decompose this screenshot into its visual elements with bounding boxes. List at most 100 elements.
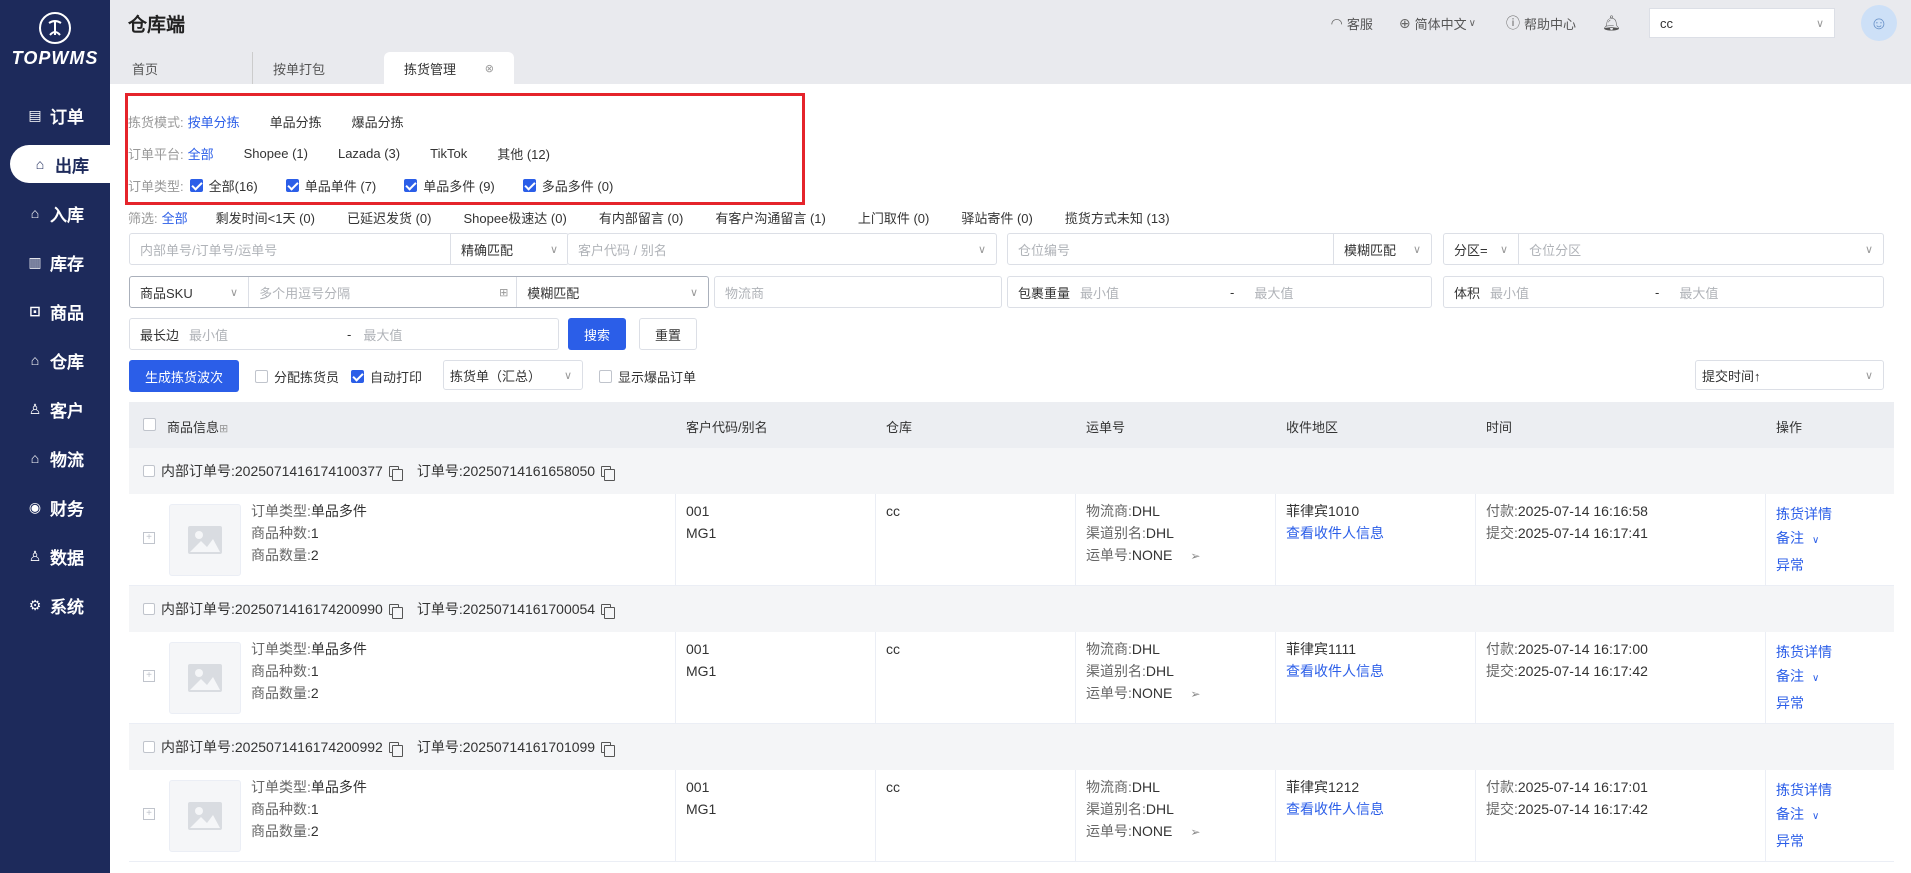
filter-option[interactable]: 剩发时间<1天 (0) <box>216 208 315 227</box>
type-single-single-checkbox[interactable]: 单品单件 (7) <box>285 176 376 195</box>
carrier-input[interactable]: 物流商 <box>714 276 1002 308</box>
filter-option[interactable]: 全部 <box>188 144 214 163</box>
close-icon[interactable]: ⊗ <box>485 62 494 75</box>
copy-icon[interactable] <box>388 465 403 481</box>
longest-min-input[interactable]: 最小值 <box>179 325 347 344</box>
auto-print-checkbox[interactable]: 自动打印 <box>351 367 422 386</box>
sku-input[interactable]: 多个用逗号分隔 <box>249 283 499 302</box>
picking-detail-link[interactable]: 拣货详情 <box>1776 640 1832 664</box>
copy-icon[interactable] <box>388 741 403 757</box>
select-all-checkbox[interactable] <box>143 418 156 431</box>
waybill-value: NONE <box>1131 823 1173 839</box>
checkbox-label: 多品多件 (0) <box>541 178 614 194</box>
send-icon[interactable]: ➢ <box>1190 687 1200 701</box>
remark-dropdown[interactable]: 备注 ∨ <box>1776 664 1832 691</box>
filter-option[interactable]: 其他 (12) <box>497 144 550 163</box>
filter-option[interactable]: 按单分拣 <box>188 112 240 131</box>
type-multi-multi-checkbox[interactable]: 多品多件 (0) <box>522 176 614 195</box>
bell-icon[interactable]: 🔔︎ <box>1602 14 1621 32</box>
sidebar-item-inbound[interactable]: ⌂ 入库 <box>0 194 110 232</box>
expand-icon[interactable]: + <box>143 670 155 682</box>
filter-option[interactable]: Shopee极速达 (0) <box>463 208 566 227</box>
exception-link[interactable]: 异常 <box>1776 829 1832 853</box>
filter-option[interactable]: 有内部留言 (0) <box>599 208 684 227</box>
sidebar-item-inventory[interactable]: ▥ 库存 <box>0 243 110 281</box>
tab-home[interactable]: 首页 <box>112 52 252 84</box>
filter-option[interactable]: 有客户沟通留言 (1) <box>715 208 826 227</box>
remark-dropdown[interactable]: 备注 ∨ <box>1776 802 1832 829</box>
filter-option[interactable]: 爆品分拣 <box>352 112 404 131</box>
sidebar-item-product[interactable]: ⊡ 商品 <box>0 292 110 330</box>
volume-max-input[interactable]: 最大值 <box>1669 283 1718 302</box>
match-mode-select[interactable]: 模糊匹配 <box>1334 240 1396 259</box>
row-checkbox[interactable] <box>143 741 155 753</box>
longest-max-input[interactable]: 最大值 <box>353 325 402 344</box>
match-mode-select[interactable]: 精确匹配 <box>451 240 513 259</box>
expand-icon[interactable]: + <box>143 532 155 544</box>
filter-option[interactable]: 驿站寄件 (0) <box>961 208 1033 227</box>
sidebar-item-customer[interactable]: ♙ 客户 <box>0 390 110 428</box>
sidebar-item-data[interactable]: ♙ 数据 <box>0 537 110 575</box>
filter-option[interactable]: 单品分拣 <box>270 112 322 131</box>
expand-icon[interactable]: + <box>143 808 155 820</box>
copy-icon[interactable] <box>388 603 403 619</box>
type-single-multi-checkbox[interactable]: 单品多件 (9) <box>404 176 495 195</box>
sort-select[interactable]: 提交时间↑ ∨ <box>1695 360 1884 390</box>
zone-select[interactable]: 仓位分区 <box>1519 240 1581 259</box>
weight-max-input[interactable]: 最大值 <box>1244 283 1293 302</box>
expand-icon[interactable]: ⊞ <box>499 286 508 299</box>
copy-icon[interactable] <box>601 465 616 481</box>
print-type-select[interactable]: 拣货单（汇总） ∨ <box>443 360 583 390</box>
exception-link[interactable]: 异常 <box>1776 691 1832 715</box>
reset-button[interactable]: 重置 <box>639 318 697 350</box>
copy-icon[interactable] <box>601 603 616 619</box>
order-number-input[interactable]: 内部单号/订单号/运单号 <box>130 240 450 259</box>
filter-option[interactable]: 揽货方式未知 (13) <box>1065 208 1170 227</box>
customer-service-link[interactable]: ◠ 客服 <box>1331 14 1373 33</box>
sidebar-item-warehouse[interactable]: ⌂ 仓库 <box>0 341 110 379</box>
order-no-label: 订单号: <box>416 739 463 755</box>
filter-option[interactable]: TikTok <box>430 146 467 161</box>
picking-detail-link[interactable]: 拣货详情 <box>1776 778 1832 802</box>
filter-option[interactable]: 已延迟发货 (0) <box>347 208 432 227</box>
zone-operator-select[interactable]: 分区= <box>1444 240 1500 259</box>
view-recipient-link[interactable]: 查看收件人信息 <box>1286 522 1384 544</box>
warehouse-select[interactable]: cc ∨ <box>1649 8 1835 38</box>
filter-option[interactable]: Shopee (1) <box>244 146 308 161</box>
customer-select[interactable]: 客户代码 / 别名 ∨ <box>567 233 997 265</box>
sku-field-select[interactable]: 商品SKU <box>130 283 220 302</box>
match-mode-select[interactable]: 模糊匹配 <box>517 283 579 302</box>
filter-option[interactable]: Lazada (3) <box>338 146 400 161</box>
row-checkbox[interactable] <box>143 603 155 615</box>
sidebar-item-finance[interactable]: ◉ 财务 <box>0 488 110 526</box>
send-icon[interactable]: ➢ <box>1190 825 1200 839</box>
row-checkbox[interactable] <box>143 465 155 477</box>
picking-detail-link[interactable]: 拣货详情 <box>1776 502 1832 526</box>
exception-link[interactable]: 异常 <box>1776 553 1832 577</box>
view-recipient-link[interactable]: 查看收件人信息 <box>1286 660 1384 682</box>
help-center-link[interactable]: ⓘ 帮助中心 <box>1506 13 1576 33</box>
filter-option[interactable]: 上门取件 (0) <box>858 208 930 227</box>
search-button[interactable]: 搜索 <box>568 318 626 350</box>
expand-icon[interactable]: ⊞ <box>219 423 228 435</box>
filter-option[interactable]: 全部 <box>162 208 188 227</box>
type-all-checkbox[interactable]: 全部(16) <box>189 176 258 195</box>
send-icon[interactable]: ➢ <box>1190 549 1200 563</box>
avatar[interactable]: ☺ <box>1861 5 1897 41</box>
sidebar-item-outbound[interactable]: ⌂ 出库 <box>10 145 110 183</box>
location-input[interactable]: 仓位编号 <box>1008 240 1333 259</box>
generate-wave-button[interactable]: 生成拣货波次 <box>129 360 239 392</box>
tab-pack-by-order[interactable]: 按单打包 <box>252 52 384 84</box>
view-recipient-link[interactable]: 查看收件人信息 <box>1286 798 1384 820</box>
remark-dropdown[interactable]: 备注 ∨ <box>1776 526 1832 553</box>
sidebar-item-system[interactable]: ⚙ 系统 <box>0 586 110 624</box>
sidebar-item-order[interactable]: ▤ 订单 <box>0 96 110 134</box>
tab-picking-management[interactable]: 拣货管理 ⊗ <box>384 52 514 84</box>
copy-icon[interactable] <box>601 741 616 757</box>
weight-min-input[interactable]: 最小值 <box>1070 283 1230 302</box>
language-switch[interactable]: ⊕ 简体中文 ∨ <box>1399 14 1480 33</box>
sidebar-item-logistics[interactable]: ⌂ 物流 <box>0 439 110 477</box>
volume-min-input[interactable]: 最小值 <box>1480 283 1655 302</box>
assign-picker-checkbox[interactable]: 分配拣货员 <box>255 367 339 386</box>
show-hot-checkbox[interactable]: 显示爆品订单 <box>599 367 696 386</box>
